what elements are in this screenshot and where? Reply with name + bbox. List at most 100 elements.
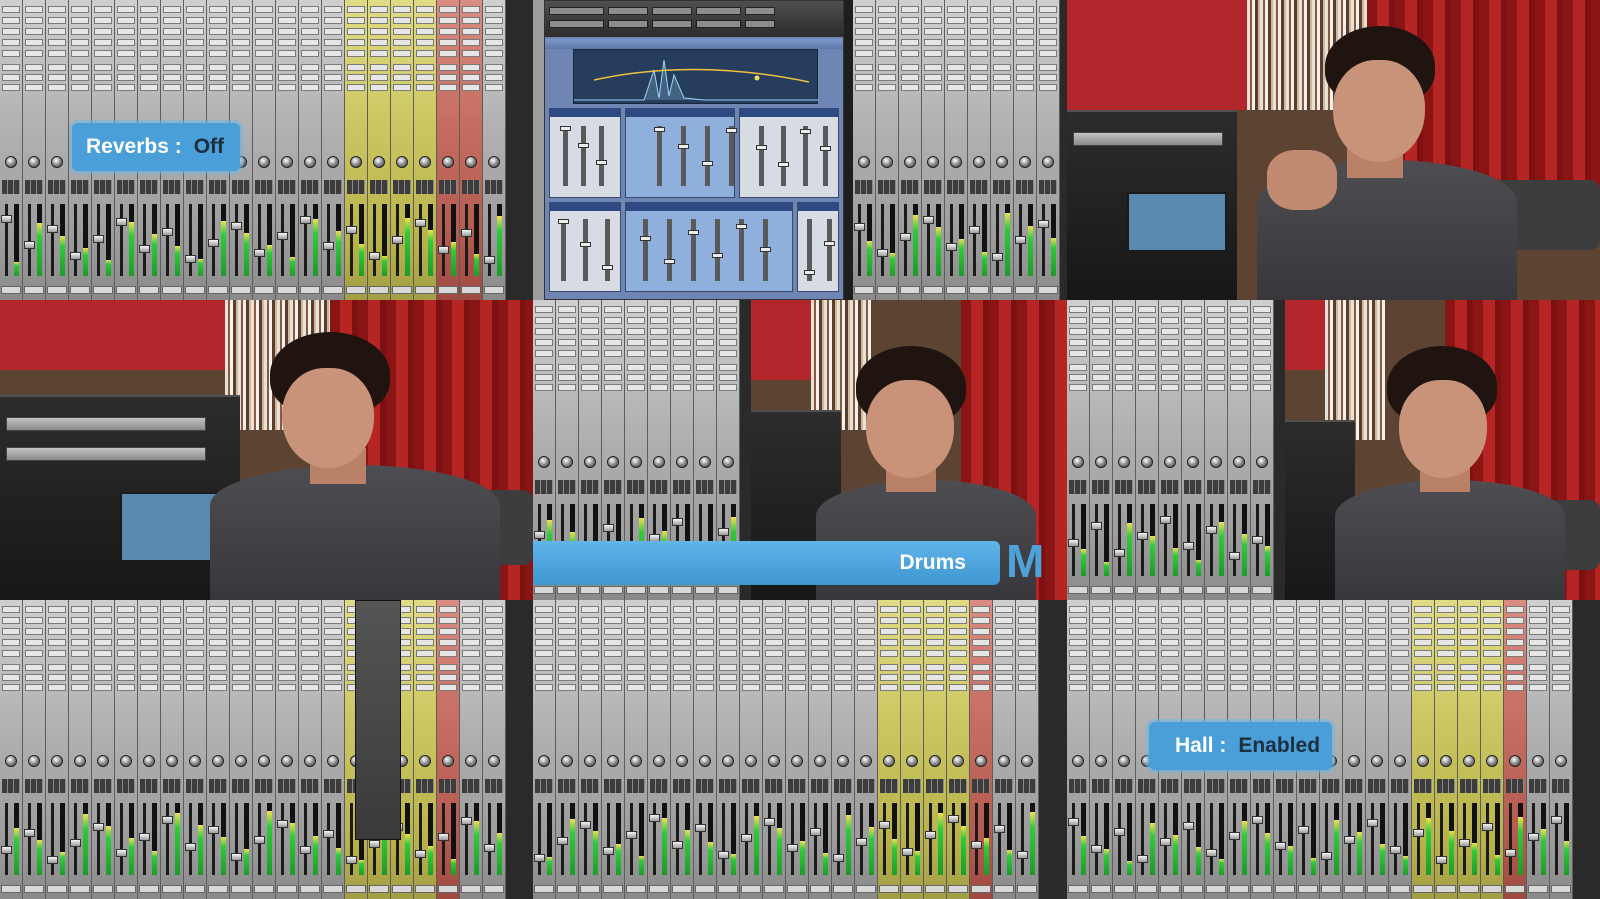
insert-slot[interactable]: [1391, 606, 1409, 613]
fader-cap[interactable]: [902, 847, 913, 856]
send-slot[interactable]: [1138, 384, 1156, 391]
track-name-plate[interactable]: [971, 885, 991, 893]
send-slot[interactable]: [1115, 384, 1133, 391]
strip-buttons[interactable]: [347, 180, 365, 194]
send-slot[interactable]: [765, 684, 783, 691]
insert-slot[interactable]: [857, 606, 875, 613]
send-slot[interactable]: [880, 664, 898, 671]
send-slot[interactable]: [209, 684, 227, 691]
mixer-strip[interactable]: [322, 0, 345, 300]
strip-buttons[interactable]: [878, 180, 896, 194]
strip-buttons[interactable]: [627, 480, 645, 494]
insert-slot[interactable]: [1391, 617, 1409, 624]
insert-slot[interactable]: [117, 39, 135, 46]
reverb-plugin-window[interactable]: [544, 0, 844, 300]
send-slot[interactable]: [947, 74, 965, 81]
fader-cap[interactable]: [672, 840, 683, 849]
fader-cap[interactable]: [1229, 832, 1240, 841]
send-slot[interactable]: [347, 64, 365, 71]
insert-slot[interactable]: [1069, 328, 1087, 335]
insert-slot[interactable]: [347, 39, 365, 46]
send-slot[interactable]: [1345, 684, 1363, 691]
pan-knob[interactable]: [584, 755, 596, 768]
strip-buttons[interactable]: [48, 779, 66, 794]
insert-slot[interactable]: [462, 617, 480, 624]
strip-buttons[interactable]: [995, 779, 1013, 794]
strip-buttons[interactable]: [462, 779, 480, 794]
insert-slot[interactable]: [1414, 617, 1432, 624]
send-slot[interactable]: [650, 364, 668, 371]
insert-slot[interactable]: [1299, 639, 1317, 646]
track-name-plate[interactable]: [1298, 885, 1318, 893]
send-slot[interactable]: [347, 74, 365, 81]
send-slot[interactable]: [765, 664, 783, 671]
insert-slot[interactable]: [324, 606, 342, 613]
insert-slot[interactable]: [604, 617, 622, 624]
strip-buttons[interactable]: [1506, 779, 1524, 794]
send-slot[interactable]: [1230, 384, 1248, 391]
send-slot[interactable]: [558, 664, 576, 671]
send-slot[interactable]: [209, 84, 227, 91]
send-slot[interactable]: [71, 674, 89, 681]
insert-slot[interactable]: [673, 350, 691, 357]
send-slot[interactable]: [949, 664, 967, 671]
insert-slot[interactable]: [627, 639, 645, 646]
insert-slot[interactable]: [255, 628, 273, 635]
strip-buttons[interactable]: [1253, 779, 1271, 794]
insert-slot[interactable]: [627, 317, 645, 324]
send-slot[interactable]: [1092, 374, 1110, 381]
track-name-plate[interactable]: [1068, 586, 1088, 594]
insert-slot[interactable]: [558, 606, 576, 613]
send-slot[interactable]: [1138, 664, 1156, 671]
plugin-fader[interactable]: [578, 126, 589, 186]
insert-slot[interactable]: [627, 650, 645, 657]
insert-slot[interactable]: [1368, 639, 1386, 646]
insert-slot[interactable]: [1039, 6, 1057, 13]
fader-cap[interactable]: [415, 219, 426, 228]
insert-slot[interactable]: [1138, 628, 1156, 635]
strip-buttons[interactable]: [1483, 779, 1501, 794]
send-slot[interactable]: [1115, 684, 1133, 691]
insert-slot[interactable]: [324, 650, 342, 657]
track-name-plate[interactable]: [461, 885, 481, 893]
send-slot[interactable]: [301, 84, 319, 91]
insert-slot[interactable]: [1161, 328, 1179, 335]
strip-buttons[interactable]: [673, 480, 691, 494]
insert-slot[interactable]: [878, 39, 896, 46]
insert-slot[interactable]: [301, 50, 319, 57]
track-name-plate[interactable]: [994, 885, 1014, 893]
insert-slot[interactable]: [696, 350, 714, 357]
pan-knob[interactable]: [630, 456, 642, 468]
insert-slot[interactable]: [1253, 350, 1271, 357]
mixer-strip[interactable]: [115, 600, 138, 899]
pan-knob[interactable]: [281, 156, 293, 168]
strip-buttons[interactable]: [1207, 779, 1225, 794]
send-slot[interactable]: [117, 674, 135, 681]
insert-slot[interactable]: [947, 39, 965, 46]
pan-knob[interactable]: [998, 755, 1010, 768]
track-name-plate[interactable]: [438, 286, 458, 294]
insert-slot[interactable]: [855, 28, 873, 35]
insert-slot[interactable]: [788, 617, 806, 624]
send-slot[interactable]: [1138, 674, 1156, 681]
fader-cap[interactable]: [116, 218, 127, 227]
insert-slot[interactable]: [25, 17, 43, 24]
send-slot[interactable]: [485, 84, 503, 91]
track-name-plate[interactable]: [948, 885, 968, 893]
send-slot[interactable]: [535, 684, 553, 691]
insert-slot[interactable]: [1483, 606, 1501, 613]
fader-cap[interactable]: [461, 816, 472, 825]
insert-slot[interactable]: [880, 606, 898, 613]
insert-slot[interactable]: [186, 628, 204, 635]
strip-buttons[interactable]: [163, 180, 181, 194]
send-slot[interactable]: [696, 364, 714, 371]
mixer-strip[interactable]: [1113, 300, 1136, 600]
insert-slot[interactable]: [186, 650, 204, 657]
insert-slot[interactable]: [650, 350, 668, 357]
insert-slot[interactable]: [347, 50, 365, 57]
send-slot[interactable]: [855, 74, 873, 81]
insert-slot[interactable]: [1138, 339, 1156, 346]
track-name-plate[interactable]: [70, 885, 90, 893]
mixer-strip[interactable]: [23, 600, 46, 899]
insert-slot[interactable]: [811, 639, 829, 646]
